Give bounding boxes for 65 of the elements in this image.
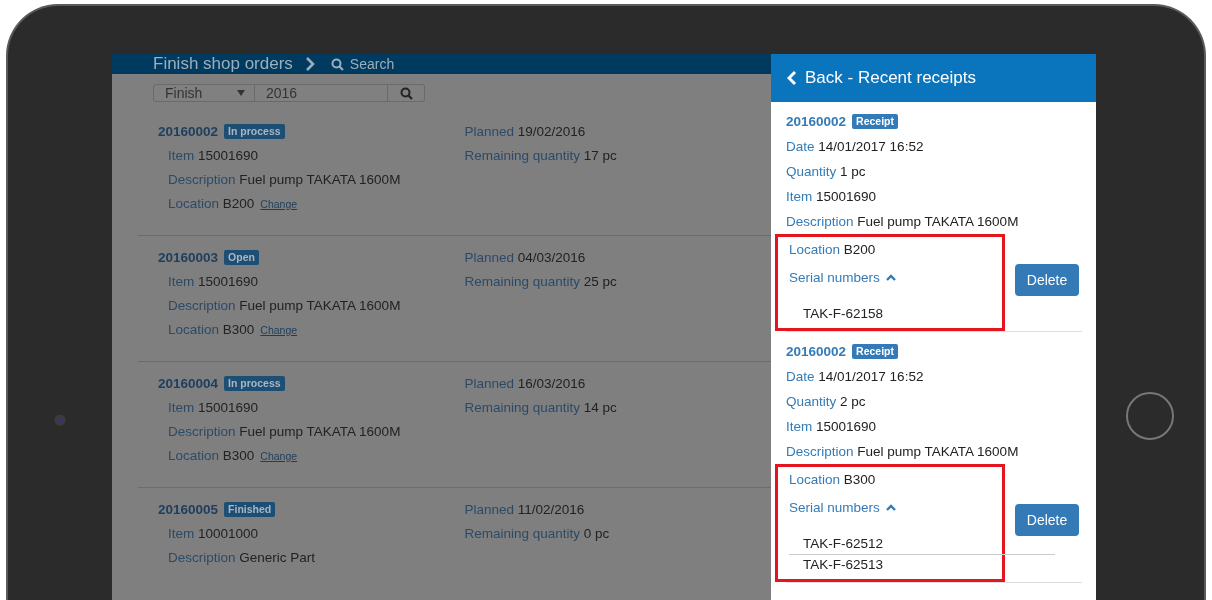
serial-numbers-toggle[interactable]: Serial numbers [789,262,896,292]
status-badge: In process [224,124,285,139]
order-field: Item 15001690 [168,400,259,415]
order-field: Item 15001690 [168,274,259,289]
change-link[interactable]: Change [260,198,298,210]
order-number[interactable]: 20160005 [158,502,219,517]
search-link[interactable]: Search [349,56,395,72]
receipt-field: Quantity 1 pc [786,159,1082,184]
order-number[interactable]: 20160004 [158,376,219,391]
delete-button[interactable]: Delete [1015,263,1079,296]
order-field: Planned 19/02/2016 [464,124,586,139]
order-field: Planned 11/02/2016 [464,502,585,517]
order-field: Location B200 [168,196,255,211]
receipt-field: Quantity 2 pc [786,389,1082,414]
order-field: Remaining quantity 25 pc [464,274,617,289]
order-field: Description Fuel pump TAKATA 1600M [168,424,401,439]
status-badge: Open [224,250,259,265]
search-button[interactable] [388,84,425,102]
order-field: Description Generic Part [168,550,316,565]
chevron-up-icon [885,503,896,511]
receipt-number: 20160002 [786,114,847,129]
status-badge: Finished [224,502,276,517]
order-field: Item 10001000 [168,526,259,541]
receipt-field: Description Fuel pump TAKATA 1600M [786,209,1082,234]
change-link[interactable]: Change [260,450,298,462]
order-number[interactable]: 20160003 [158,250,219,265]
order-field: Location B300 [168,448,255,463]
order-field: Location B300 [168,322,255,337]
order-field: Description Fuel pump TAKATA 1600M [168,298,401,313]
order-field: Remaining quantity 0 pc [464,526,610,541]
status-badge: In process [224,376,285,391]
search-field[interactable]: 2016 [255,84,388,102]
order-field: Item 15001690 [168,148,259,163]
order-field: Planned 16/03/2016 [464,376,586,391]
serial-number: TAK-F-62513 [802,556,885,574]
chevron-right-icon [304,57,315,71]
order-field: Remaining quantity 14 pc [464,400,617,415]
order-field: Planned 04/03/2016 [464,250,586,265]
receipt-field: Location B200 [789,237,1002,262]
receipt-field: Location B300 [789,467,1002,492]
receipt-field: Date 14/01/2017 16:52 [786,364,1082,389]
order-field: Remaining quantity 17 pc [464,148,617,163]
receipt-field: Item 15001690 [786,414,1082,439]
receipt-badge: Receipt [852,114,898,129]
search-icon [330,57,344,71]
receipt-field: Item 15001690 [786,184,1082,209]
receipt-field: Description Fuel pump TAKATA 1600M [786,439,1082,464]
receipt-badge: Receipt [852,344,898,359]
chevron-up-icon [885,273,896,281]
receipt-field: Date 14/01/2017 16:52 [786,134,1082,159]
search-icon [399,86,413,100]
type-dropdown[interactable]: Finish [153,84,255,102]
breadcrumb-title[interactable]: Finish shop orders [153,54,293,74]
caret-icon [237,90,245,96]
camera-icon [54,414,66,426]
delete-button[interactable]: Delete [1015,504,1079,536]
serial-numbers-toggle[interactable]: Serial numbers [789,492,896,522]
chevron-left-icon [787,70,797,86]
serial-number: TAK-F-62158 [802,305,885,323]
change-link[interactable]: Change [260,324,298,336]
order-field: Description Fuel pump TAKATA 1600M [168,172,401,187]
home-button-icon[interactable] [1125,391,1175,441]
back-button[interactable]: Back - Recent receipts [771,54,1096,102]
order-number[interactable]: 20160002 [158,124,219,139]
receipt-number: 20160002 [786,344,847,359]
